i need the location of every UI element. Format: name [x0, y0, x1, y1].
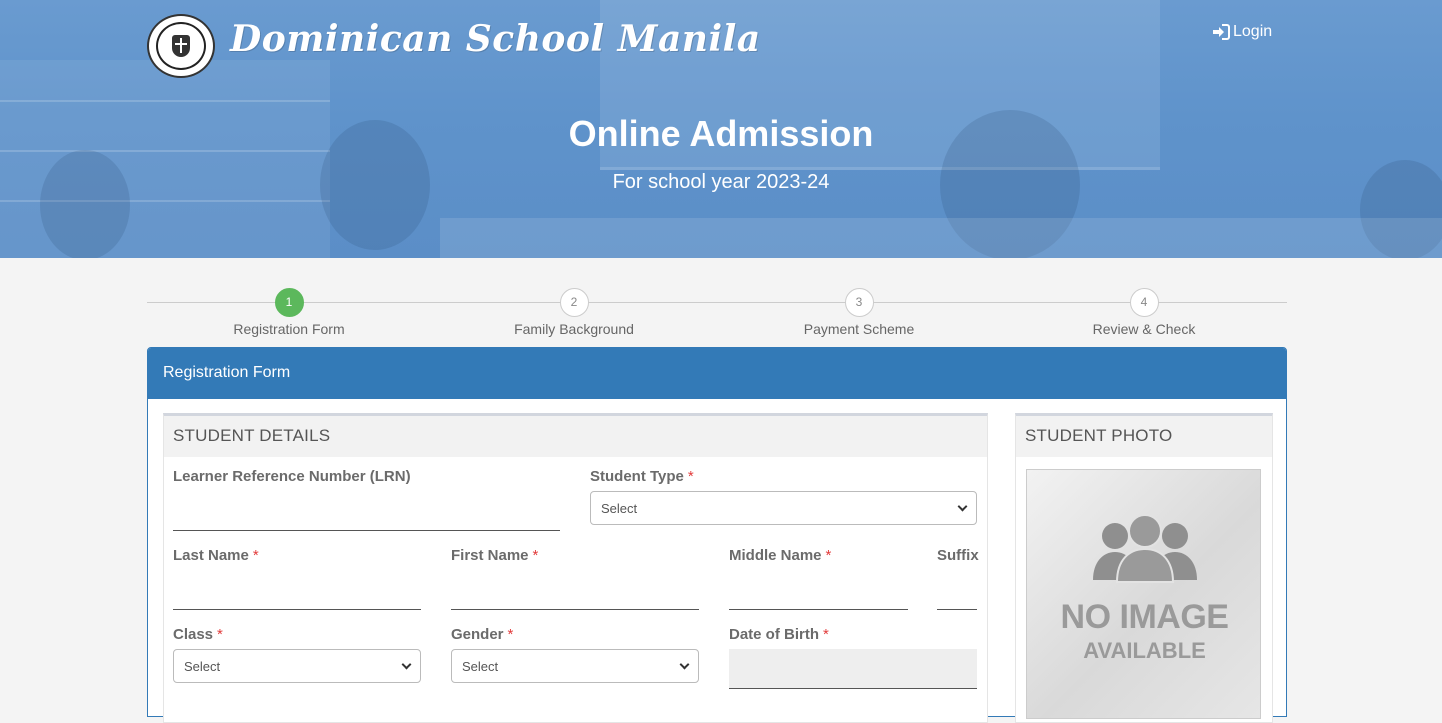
suffix-label: Suffix — [937, 547, 979, 564]
student-details-box: STUDENT DETAILS Learner Reference Number… — [163, 413, 988, 723]
step-label: Review & Check — [1092, 321, 1196, 337]
step-family-background[interactable]: 2 Family Background — [474, 288, 674, 337]
chevron-down-icon — [679, 659, 690, 669]
middle-name-label: Middle Name * — [729, 547, 832, 564]
gender-select[interactable]: Select — [451, 649, 699, 683]
student-type-label: Student Type * — [590, 468, 694, 485]
middle-name-input[interactable] — [729, 609, 908, 610]
step-payment-scheme[interactable]: 3 Payment Scheme — [759, 288, 959, 337]
hero-background-table — [440, 218, 1442, 258]
gender-value: Select — [462, 658, 499, 674]
lrn-input[interactable] — [173, 530, 560, 531]
last-name-input[interactable] — [173, 609, 421, 610]
hero-banner: Dominican School Manila Login Online Adm… — [0, 0, 1442, 258]
class-label: Class * — [173, 626, 223, 643]
dob-input[interactable] — [729, 649, 977, 689]
step-number: 1 — [274, 288, 304, 317]
available-text: AVAILABLE — [1083, 638, 1206, 663]
step-label: Family Background — [514, 321, 634, 337]
student-photo-heading: STUDENT PHOTO — [1016, 416, 1272, 457]
hero-background-figure — [40, 150, 130, 258]
chevron-down-icon — [401, 659, 412, 669]
registration-panel: Registration Form STUDENT DETAILS Learne… — [147, 347, 1287, 723]
student-type-value: Select — [601, 500, 638, 516]
step-label: Registration Form — [233, 321, 345, 337]
login-label: Login — [1233, 23, 1273, 40]
chevron-down-icon — [957, 501, 968, 511]
lrn-label: Learner Reference Number (LRN) — [173, 468, 411, 485]
class-select[interactable]: Select — [173, 649, 421, 683]
step-registration-form[interactable]: 1 Registration Form — [189, 288, 389, 337]
no-image-text: NO IMAGE — [1060, 598, 1229, 636]
panel-title: Registration Form — [148, 348, 1286, 399]
suffix-input[interactable] — [937, 609, 977, 610]
no-image-placeholder[interactable]: NO IMAGE AVAILABLE — [1026, 469, 1261, 719]
school-name[interactable]: Dominican School Manila — [230, 18, 761, 60]
student-photo-box: STUDENT PHOTO NO IMAGE AVAILABLE — [1015, 413, 1273, 723]
sign-in-icon — [1213, 24, 1230, 40]
dob-label: Date of Birth * — [729, 626, 829, 643]
student-details-heading: STUDENT DETAILS — [164, 416, 987, 457]
page-subtitle: For school year 2023-24 — [612, 171, 830, 193]
progress-stepper: 1 Registration Form 2 Family Background … — [147, 288, 1287, 340]
people-icon — [1093, 514, 1197, 583]
step-number: 3 — [844, 288, 874, 317]
step-number: 2 — [559, 288, 589, 317]
first-name-input[interactable] — [451, 609, 699, 610]
student-type-select[interactable]: Select — [590, 491, 977, 525]
school-logo[interactable] — [147, 14, 215, 78]
last-name-label: Last Name * — [173, 547, 259, 564]
login-link[interactable]: Login — [1212, 23, 1272, 41]
gender-label: Gender * — [451, 626, 514, 643]
step-label: Payment Scheme — [803, 321, 915, 337]
page-title: Online Admission — [568, 113, 874, 154]
step-number: 4 — [1129, 288, 1159, 317]
first-name-label: First Name * — [451, 547, 539, 564]
class-value: Select — [184, 658, 221, 674]
step-review-check[interactable]: 4 Review & Check — [1044, 288, 1244, 337]
